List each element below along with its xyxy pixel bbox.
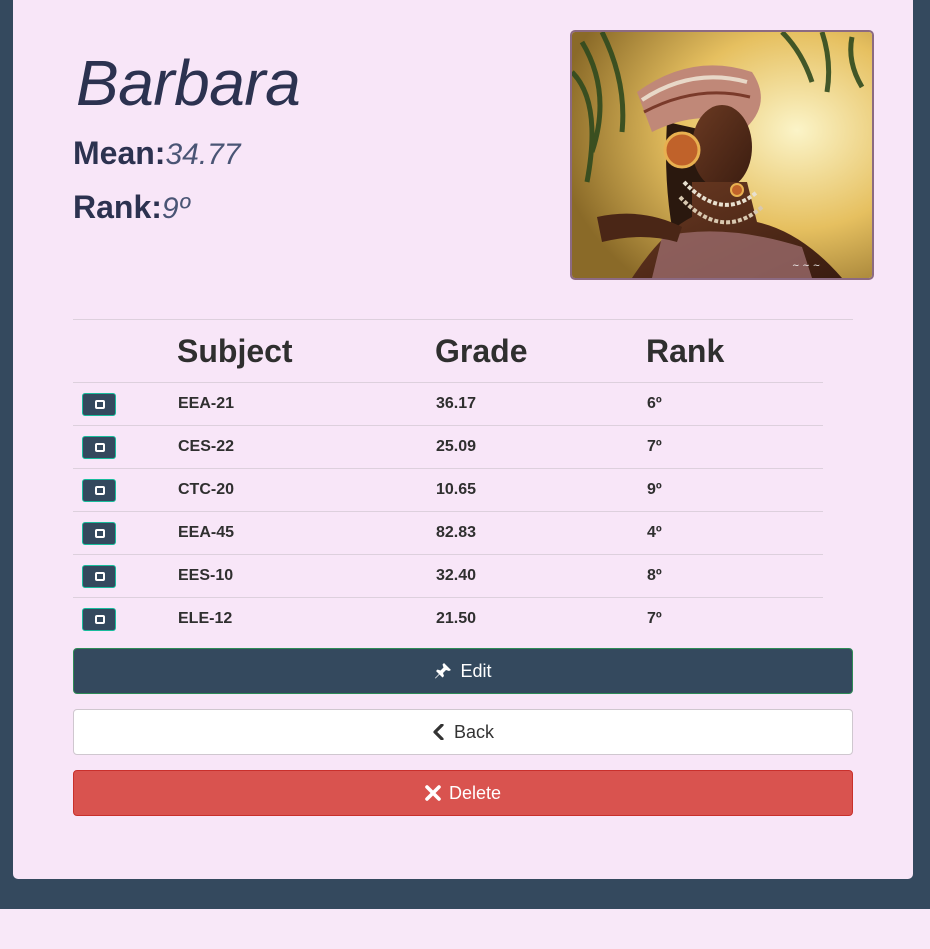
row-action-cell	[73, 511, 177, 555]
header-grade: Grade	[435, 332, 528, 369]
rank-cell: 7º	[646, 597, 823, 640]
close-icon	[425, 785, 441, 801]
header-rank: Rank	[646, 332, 725, 369]
grades-table: Subject Grade Rank EEA-21 36.17 6º CES-2…	[73, 320, 823, 640]
back-label: Back	[453, 721, 495, 742]
row-toggle-button[interactable]	[82, 478, 116, 502]
row-toggle-button[interactable]	[82, 607, 116, 631]
square-icon	[95, 399, 105, 409]
table-row: EEA-21 36.17 6º	[73, 382, 823, 426]
row-toggle-button[interactable]	[82, 392, 116, 416]
row-toggle-button[interactable]	[82, 435, 116, 459]
table-header-row: Subject Grade Rank	[73, 320, 823, 383]
grade-cell: 82.83	[435, 511, 646, 555]
rank-cell: 6º	[646, 382, 823, 426]
grade-cell: 32.40	[435, 554, 646, 598]
back-button[interactable]: Back	[73, 709, 853, 755]
svg-text:~ ~ ~: ~ ~ ~	[792, 261, 820, 271]
row-action-cell	[73, 554, 177, 598]
pushpin-icon	[435, 663, 452, 679]
row-action-cell	[73, 425, 177, 469]
square-icon	[95, 528, 105, 538]
rank-cell: 9º	[646, 468, 823, 512]
student-portrait: ~ ~ ~	[570, 30, 874, 280]
header-action	[73, 320, 177, 383]
delete-label: Delete	[448, 782, 502, 803]
table-row: ELE-12 21.50 7º	[73, 597, 823, 640]
table-row: CES-22 25.09 7º	[73, 425, 823, 469]
grade-cell: 21.50	[435, 597, 646, 640]
mean-value: 34.77	[165, 138, 241, 171]
delete-button[interactable]: Delete	[73, 770, 853, 816]
mean-label: Mean:	[73, 135, 166, 171]
edit-label: Edit	[460, 660, 492, 681]
grade-cell: 25.09	[435, 425, 646, 469]
subject-cell: EEA-21	[177, 382, 435, 426]
subject-cell: CES-22	[177, 425, 435, 469]
grade-cell: 10.65	[435, 468, 646, 512]
portrait-painting: ~ ~ ~	[572, 32, 872, 278]
row-toggle-button[interactable]	[82, 521, 116, 545]
square-icon	[95, 614, 105, 624]
subject-cell: EEA-45	[177, 511, 435, 555]
subject-cell: ELE-12	[177, 597, 435, 640]
subject-cell: EES-10	[177, 554, 435, 598]
rank-cell: 4º	[646, 511, 823, 555]
rank-stat: Rank:9º	[73, 189, 190, 226]
edit-button[interactable]: Edit	[73, 648, 853, 694]
grade-cell: 36.17	[435, 382, 646, 426]
chevron-left-icon	[433, 724, 444, 740]
student-name: Barbara	[76, 47, 301, 119]
table-row: EES-10 32.40 8º	[73, 554, 823, 598]
rank-cell: 8º	[646, 554, 823, 598]
square-icon	[95, 571, 105, 581]
rank-cell: 7º	[646, 425, 823, 469]
student-card: Barbara Mean:34.77 Rank:9º ~ ~ ~ Subject…	[13, 0, 913, 879]
row-action-cell	[73, 382, 177, 426]
header-subject: Subject	[177, 332, 293, 369]
square-icon	[95, 442, 105, 452]
square-icon	[95, 485, 105, 495]
row-toggle-button[interactable]	[82, 564, 116, 588]
rank-value: 9º	[161, 192, 190, 225]
row-action-cell	[73, 468, 177, 512]
table-row: EEA-45 82.83 4º	[73, 511, 823, 555]
subject-cell: CTC-20	[177, 468, 435, 512]
row-action-cell	[73, 597, 177, 640]
mean-stat: Mean:34.77	[73, 135, 241, 172]
table-row: CTC-20 10.65 9º	[73, 468, 823, 512]
rank-label: Rank:	[73, 189, 162, 225]
